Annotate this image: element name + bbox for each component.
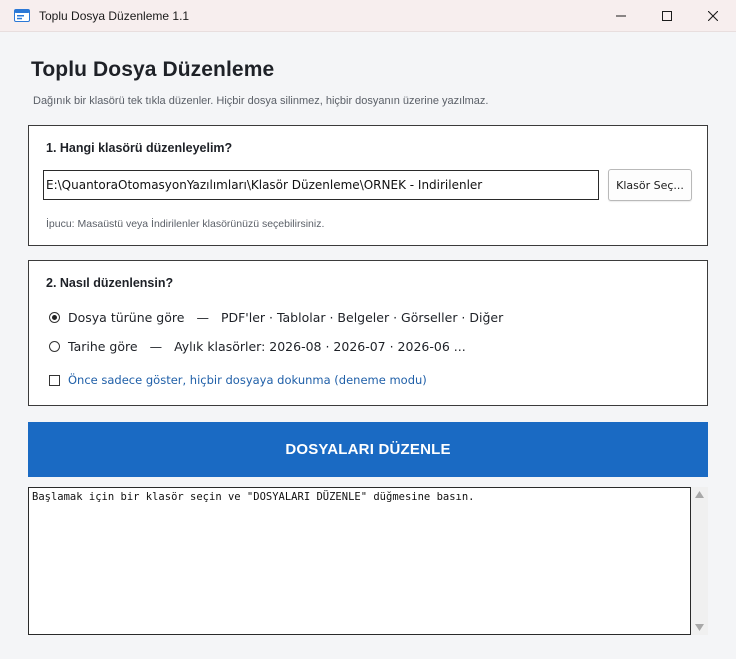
maximize-button[interactable]	[644, 0, 690, 32]
mode-option-description: Aylık klasörler: 2026-08 · 2026-07 · 202…	[174, 339, 466, 354]
maximize-icon	[662, 10, 672, 21]
mode-option-separator: —	[149, 339, 163, 354]
main-content: Toplu Dosya Düzenleme Dağınık bir klasör…	[0, 32, 736, 659]
folder-hint: İpucu: Masaüstü veya İndirilenler klasör…	[46, 218, 325, 230]
mode-option-label: Tarihe göre	[68, 339, 138, 354]
mode-section-heading: 2. Nasıl düzenlensin?	[46, 276, 174, 290]
folder-section: 1. Hangi klasörü düzenleyelim? E:\Quanto…	[28, 125, 708, 246]
mode-option-label: Dosya türüne göre	[68, 310, 185, 325]
log-scrollbar[interactable]	[691, 487, 708, 635]
radio-by-type[interactable]	[49, 312, 60, 323]
title-bar[interactable]: Toplu Dosya Düzenleme 1.1	[0, 0, 736, 32]
window-controls	[598, 0, 736, 32]
app-window-icon	[14, 9, 30, 23]
mode-option-description: PDF'ler · Tablolar · Belgeler · Görselle…	[220, 310, 504, 325]
browse-folder-button[interactable]: Klasör Seç...	[608, 169, 692, 201]
scroll-up-arrow-icon[interactable]	[695, 490, 704, 499]
scroll-down-arrow-icon[interactable]	[695, 623, 704, 632]
window-title: Toplu Dosya Düzenleme 1.1	[39, 8, 190, 23]
close-icon	[708, 10, 718, 21]
organize-files-button[interactable]: DOSYALARI DÜZENLE	[28, 422, 708, 477]
folder-section-heading: 1. Hangi klasörü düzenleyelim?	[46, 141, 233, 155]
mode-option-by-date[interactable]: Tarihe göre — Aylık klasörler: 2026-08 ·…	[49, 339, 466, 354]
close-button[interactable]	[690, 0, 736, 32]
page-subtitle: Dağınık bir klasörü tek tıkla düzenler. …	[33, 95, 489, 107]
folder-path-input[interactable]: E:\QuantoraOtomasyonYazılımları\Klasör D…	[43, 170, 599, 200]
dry-run-option[interactable]: Önce sadece göster, hiçbir dosyaya dokun…	[49, 373, 427, 387]
minimize-icon	[616, 11, 626, 21]
dry-run-checkbox[interactable]	[49, 374, 60, 386]
page-title: Toplu Dosya Düzenleme	[31, 58, 275, 81]
dry-run-label: Önce sadece göster, hiçbir dosyaya dokun…	[68, 373, 427, 387]
radio-by-date[interactable]	[49, 341, 60, 352]
minimize-button[interactable]	[598, 0, 644, 32]
mode-option-by-type[interactable]: Dosya türüne göre — PDF'ler · Tablolar ·…	[49, 310, 503, 325]
mode-option-separator: —	[196, 310, 209, 325]
mode-section: 2. Nasıl düzenlensin? Dosya türüne göre …	[28, 260, 708, 406]
log-output[interactable]: Başlamak için bir klasör seçin ve "DOSYA…	[28, 487, 691, 635]
